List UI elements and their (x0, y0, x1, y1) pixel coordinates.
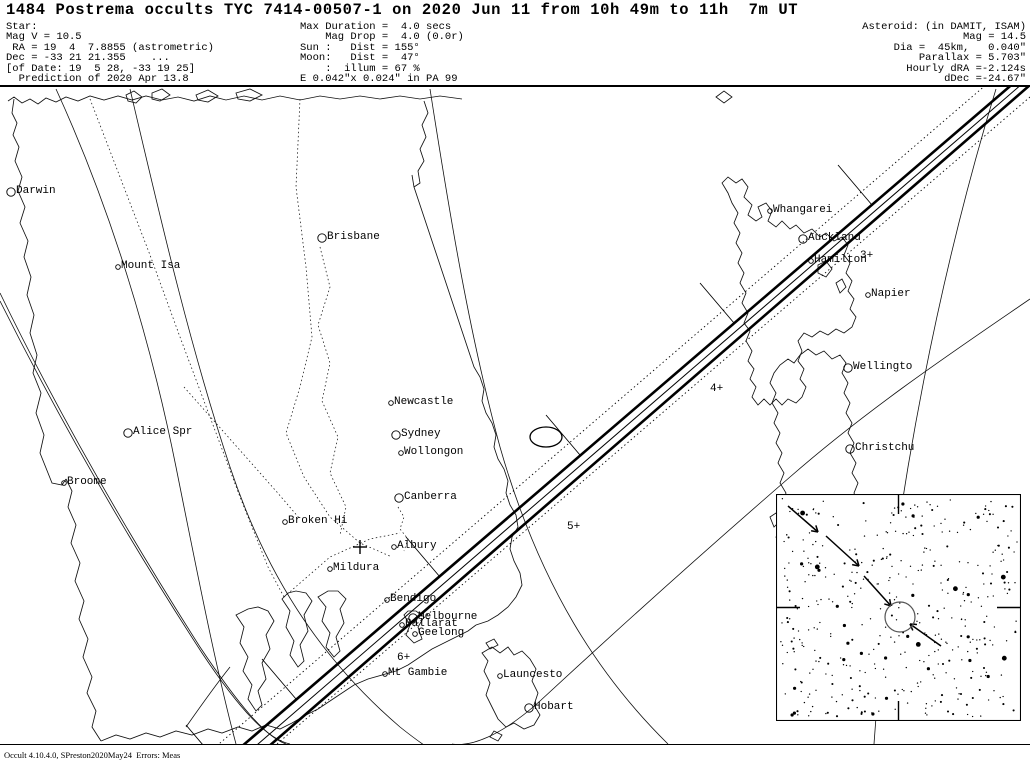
page-title: 1484 Postrema occults TYC 7414-00507-1 o… (6, 1, 799, 19)
event-info-block: Max Duration = 4.0 secs Mag Drop = 4.0 (… (300, 21, 464, 86)
star-field-chart (776, 494, 1021, 721)
occultation-prediction-page: 1484 Postrema occults TYC 7414-00507-1 o… (0, 0, 1030, 766)
asteroid-info-block: Asteroid: (in DAMIT, ISAM) Mag = 14.5 Di… (862, 21, 1026, 86)
star-info-block: Star: Mag V = 10.5 RA = 19 4 7.8855 (ast… (6, 21, 214, 86)
occultation-map: Darwin Mount Isa Brisbane Alice Spr Broome Ne… (0, 87, 1030, 744)
header: 1484 Postrema occults TYC 7414-00507-1 o… (0, 0, 1030, 87)
footer-divider (0, 744, 1030, 745)
footer-credit: Occult 4.10.4.0, SPreston2020May24 Error… (4, 750, 181, 760)
